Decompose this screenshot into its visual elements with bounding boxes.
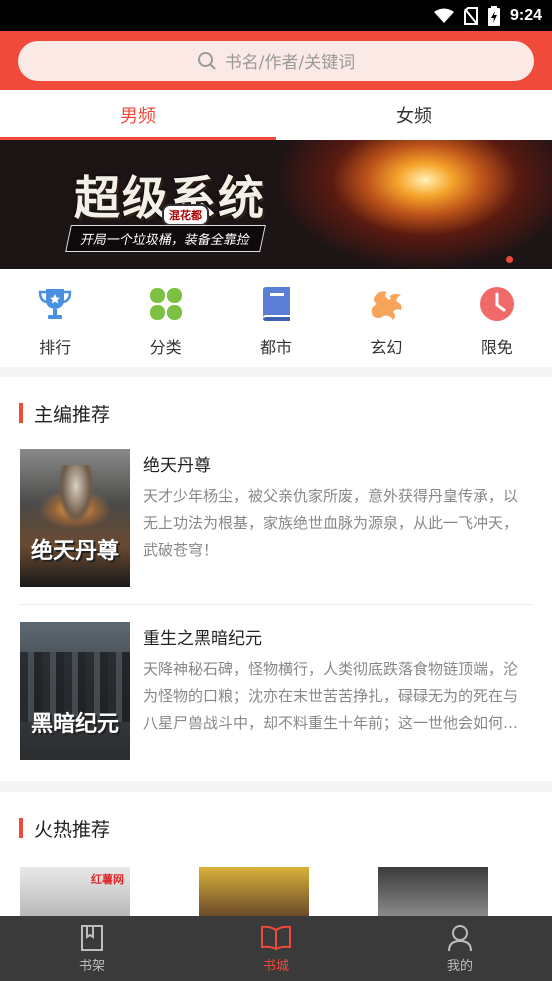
book-description: 天才少年杨尘，被父亲仇家所废，意外获得丹皇传承，以无上功法为根基，家族绝世血脉为… [143, 487, 519, 559]
hot-picks-section: 火热推荐 红薯网 [0, 792, 552, 916]
open-book-icon [260, 923, 292, 953]
nav-bookshelf-label: 书架 [78, 959, 105, 974]
user-icon [447, 923, 473, 953]
nav-bookshelf[interactable]: 书架 [0, 916, 184, 981]
category-ranking-label: 排行 [39, 338, 72, 357]
banner-tag: 混花都 [162, 204, 209, 226]
category-free[interactable]: 限免 [442, 269, 552, 367]
hot-book-cover[interactable] [378, 867, 488, 916]
divider [20, 604, 532, 605]
section-header: 主编推荐 [19, 402, 111, 426]
book-description: 天降神秘石碑，怪物横行，人类彻底跌落食物链顶端，沦为怪物的口粮；沈亦在末世苦苦挣… [143, 660, 519, 732]
battery-charging-icon [487, 5, 500, 26]
book-title: 重生之黑暗纪元 [143, 629, 262, 649]
section-accent-bar [19, 818, 23, 838]
category-classify[interactable]: 分类 [110, 269, 220, 367]
nav-profile-label: 我的 [446, 959, 473, 974]
tab-male[interactable]: 男频 [0, 90, 276, 140]
no-sim-icon [463, 6, 478, 25]
bookshelf-icon [80, 923, 104, 953]
clock-icon [478, 285, 516, 323]
clover-grid-icon [147, 285, 185, 323]
dragon-icon [367, 285, 405, 323]
category-ranking[interactable]: 排行 [0, 269, 110, 367]
cover-title: 绝天丹尊 [30, 538, 119, 564]
category-fantasy[interactable]: 玄幻 [331, 269, 441, 367]
category-urban[interactable]: 都市 [221, 269, 331, 367]
bottom-nav: 书架 书城 我的 [0, 916, 552, 981]
category-classify-label: 分类 [149, 338, 182, 357]
book-cover[interactable]: 黑暗纪元 [20, 622, 130, 760]
search-placeholder: 书名/作者/关键词 [224, 53, 356, 73]
clock-time: 9:24 [509, 6, 542, 24]
search-icon [197, 51, 216, 70]
nav-bookstore[interactable]: 书城 [184, 916, 368, 981]
category-bar: 排行 分类 都市 玄幻 限免 [0, 269, 552, 367]
book-title: 绝天丹尊 [143, 456, 211, 476]
editor-picks-section: 主编推荐 绝天丹尊 绝天丹尊 天才少年杨尘，被父亲仇家所废，意外获得丹皇传承，以… [0, 377, 552, 781]
book-item[interactable]: 绝天丹尊 绝天丹尊 天才少年杨尘，被父亲仇家所废，意外获得丹皇传承，以无上功法为… [20, 449, 532, 589]
category-free-label: 限免 [480, 338, 513, 357]
section-header: 火热推荐 [19, 817, 111, 841]
publisher-logo: 红薯网 [91, 873, 124, 886]
section-title: 主编推荐 [34, 403, 111, 426]
section-accent-bar [19, 403, 23, 423]
wifi-icon [433, 8, 454, 23]
cover-title: 黑暗纪元 [30, 711, 119, 737]
promo-banner[interactable]: 超级系统 混花都 开局一个垃圾桶，装备全靠捡 [0, 140, 552, 269]
book-icon [257, 285, 295, 323]
header: 书名/作者/关键词 [0, 31, 552, 90]
hot-book-cover[interactable]: 红薯网 [20, 867, 130, 916]
banner-subtitle: 开局一个垃圾桶，装备全靠捡 [65, 225, 266, 252]
trophy-icon [36, 285, 74, 323]
book-item[interactable]: 黑暗纪元 重生之黑暗纪元 天降神秘石碑，怪物横行，人类彻底跌落食物链顶端，沦为怪… [20, 622, 532, 762]
book-cover[interactable]: 绝天丹尊 [20, 449, 130, 587]
gender-tabs: 男频 女频 [0, 90, 552, 140]
search-input[interactable]: 书名/作者/关键词 [18, 40, 534, 81]
nav-bookstore-label: 书城 [262, 959, 289, 974]
cover-figure [58, 465, 94, 525]
section-title: 火热推荐 [34, 818, 111, 841]
hot-book-cover[interactable] [199, 867, 309, 916]
status-bar: 9:24 [0, 0, 552, 31]
nav-profile[interactable]: 我的 [368, 916, 552, 981]
category-fantasy-label: 玄幻 [370, 338, 403, 357]
category-urban-label: 都市 [260, 338, 293, 357]
tab-female[interactable]: 女频 [276, 90, 552, 140]
banner-page-indicator [506, 256, 513, 263]
